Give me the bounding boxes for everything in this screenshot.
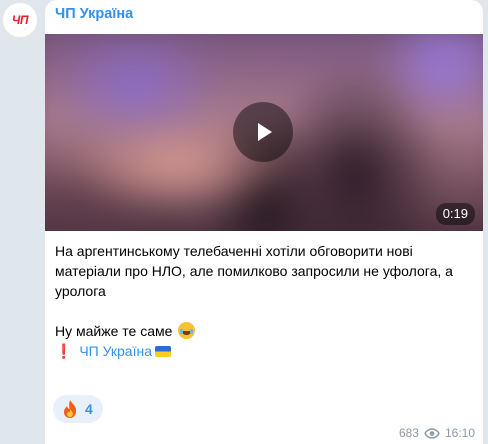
message-bubble: ЧП Україна 0:19 На аргентинському телеба… (45, 0, 483, 444)
exclamation-icon: ❗ (55, 343, 73, 359)
signature: ❗ ЧП Україна (55, 341, 470, 361)
message-paragraph: Ну майже те саме (55, 321, 470, 341)
video-preview[interactable]: 0:19 (45, 34, 483, 231)
message-meta: 683 16:10 (399, 426, 475, 440)
video-duration: 0:19 (435, 203, 475, 225)
reaction-count: 4 (85, 401, 93, 417)
message-time: 16:10 (444, 426, 475, 440)
ukraine-flag-icon (154, 346, 171, 357)
reaction-button[interactable]: 4 (53, 395, 103, 423)
views-count: 683 (398, 426, 419, 440)
message-line: Ну майже те саме (55, 323, 173, 339)
play-button[interactable] (233, 102, 293, 162)
play-icon (258, 123, 272, 141)
channel-name[interactable]: ЧП Україна (55, 6, 133, 22)
eye-icon (424, 427, 440, 439)
signature-link[interactable]: ЧП Україна (79, 343, 152, 359)
laughing-emoji-icon (178, 322, 196, 339)
message-paragraph: На аргентинському телебаченні хотіли обг… (55, 241, 470, 301)
message-text: На аргентинському телебаченні хотіли обг… (55, 241, 470, 361)
channel-avatar[interactable]: ЧП (2, 2, 38, 38)
message-line: На аргентинському телебаченні хотіли обг… (55, 243, 453, 299)
fire-icon (64, 400, 77, 418)
